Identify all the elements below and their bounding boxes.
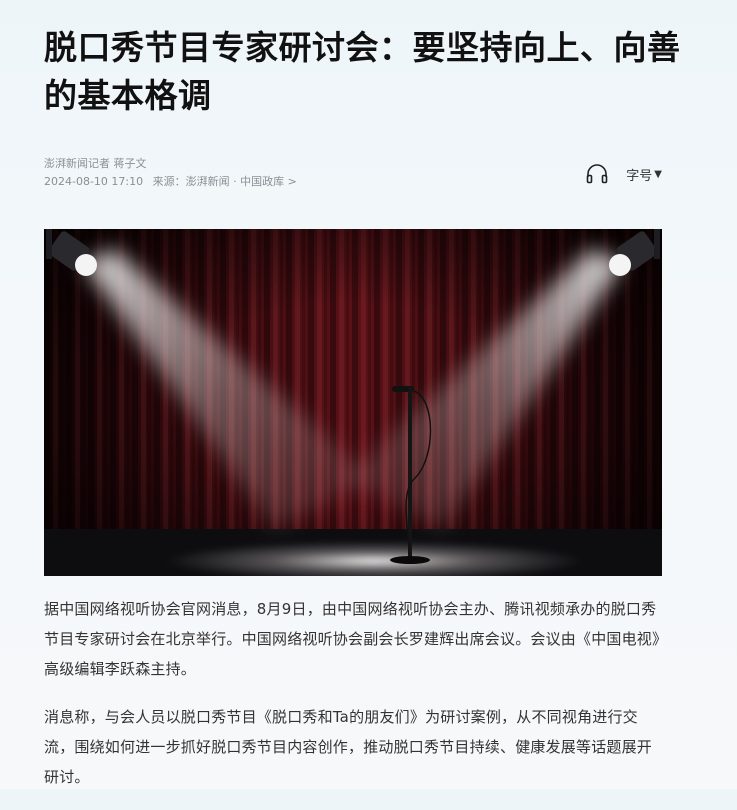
listen-button[interactable] bbox=[584, 161, 610, 187]
publish-time: 2024-08-10 17:10 bbox=[44, 175, 144, 188]
article-tools: 字号 ▼ bbox=[584, 161, 662, 187]
paragraph-2: 消息称，与会人员以脱口秀节目《脱口秀和Ta的朋友们》为研讨案例，从不同视角进行交… bbox=[44, 708, 653, 786]
dateline: 2024-08-10 17:10 来源：澎湃新闻 · 中国政库 > bbox=[44, 173, 662, 191]
hero-image bbox=[44, 229, 662, 576]
byline: 澎湃新闻记者 蒋子文 bbox=[44, 157, 147, 170]
stage-illustration bbox=[44, 229, 662, 576]
article-title: 脱口秀节目专家研讨会：要坚持向上、向善的基本格调 bbox=[44, 28, 681, 115]
caret-down-icon: ▼ bbox=[654, 168, 662, 180]
paragraph-1: 据中国网络视听协会官网消息，8月9日，由中国网络视听协会主办、腾讯视频承办的脱口… bbox=[44, 600, 660, 678]
font-size-label: 字号 bbox=[626, 168, 653, 184]
article-meta: 澎湃新闻记者 蒋子文 2024-08-10 17:10 来源：澎湃新闻 · 中国… bbox=[44, 155, 662, 195]
source-label: 来源： bbox=[152, 175, 186, 188]
font-size-button[interactable]: 字号 ▼ bbox=[626, 165, 662, 184]
headphones-icon bbox=[586, 164, 608, 184]
article-body: 据中国网络视听协会官网消息，8月9日，由中国网络视听协会主办、腾讯视频承办的脱口… bbox=[44, 594, 662, 810]
source-link[interactable]: 澎湃新闻 · 中国政库 > bbox=[186, 175, 297, 188]
